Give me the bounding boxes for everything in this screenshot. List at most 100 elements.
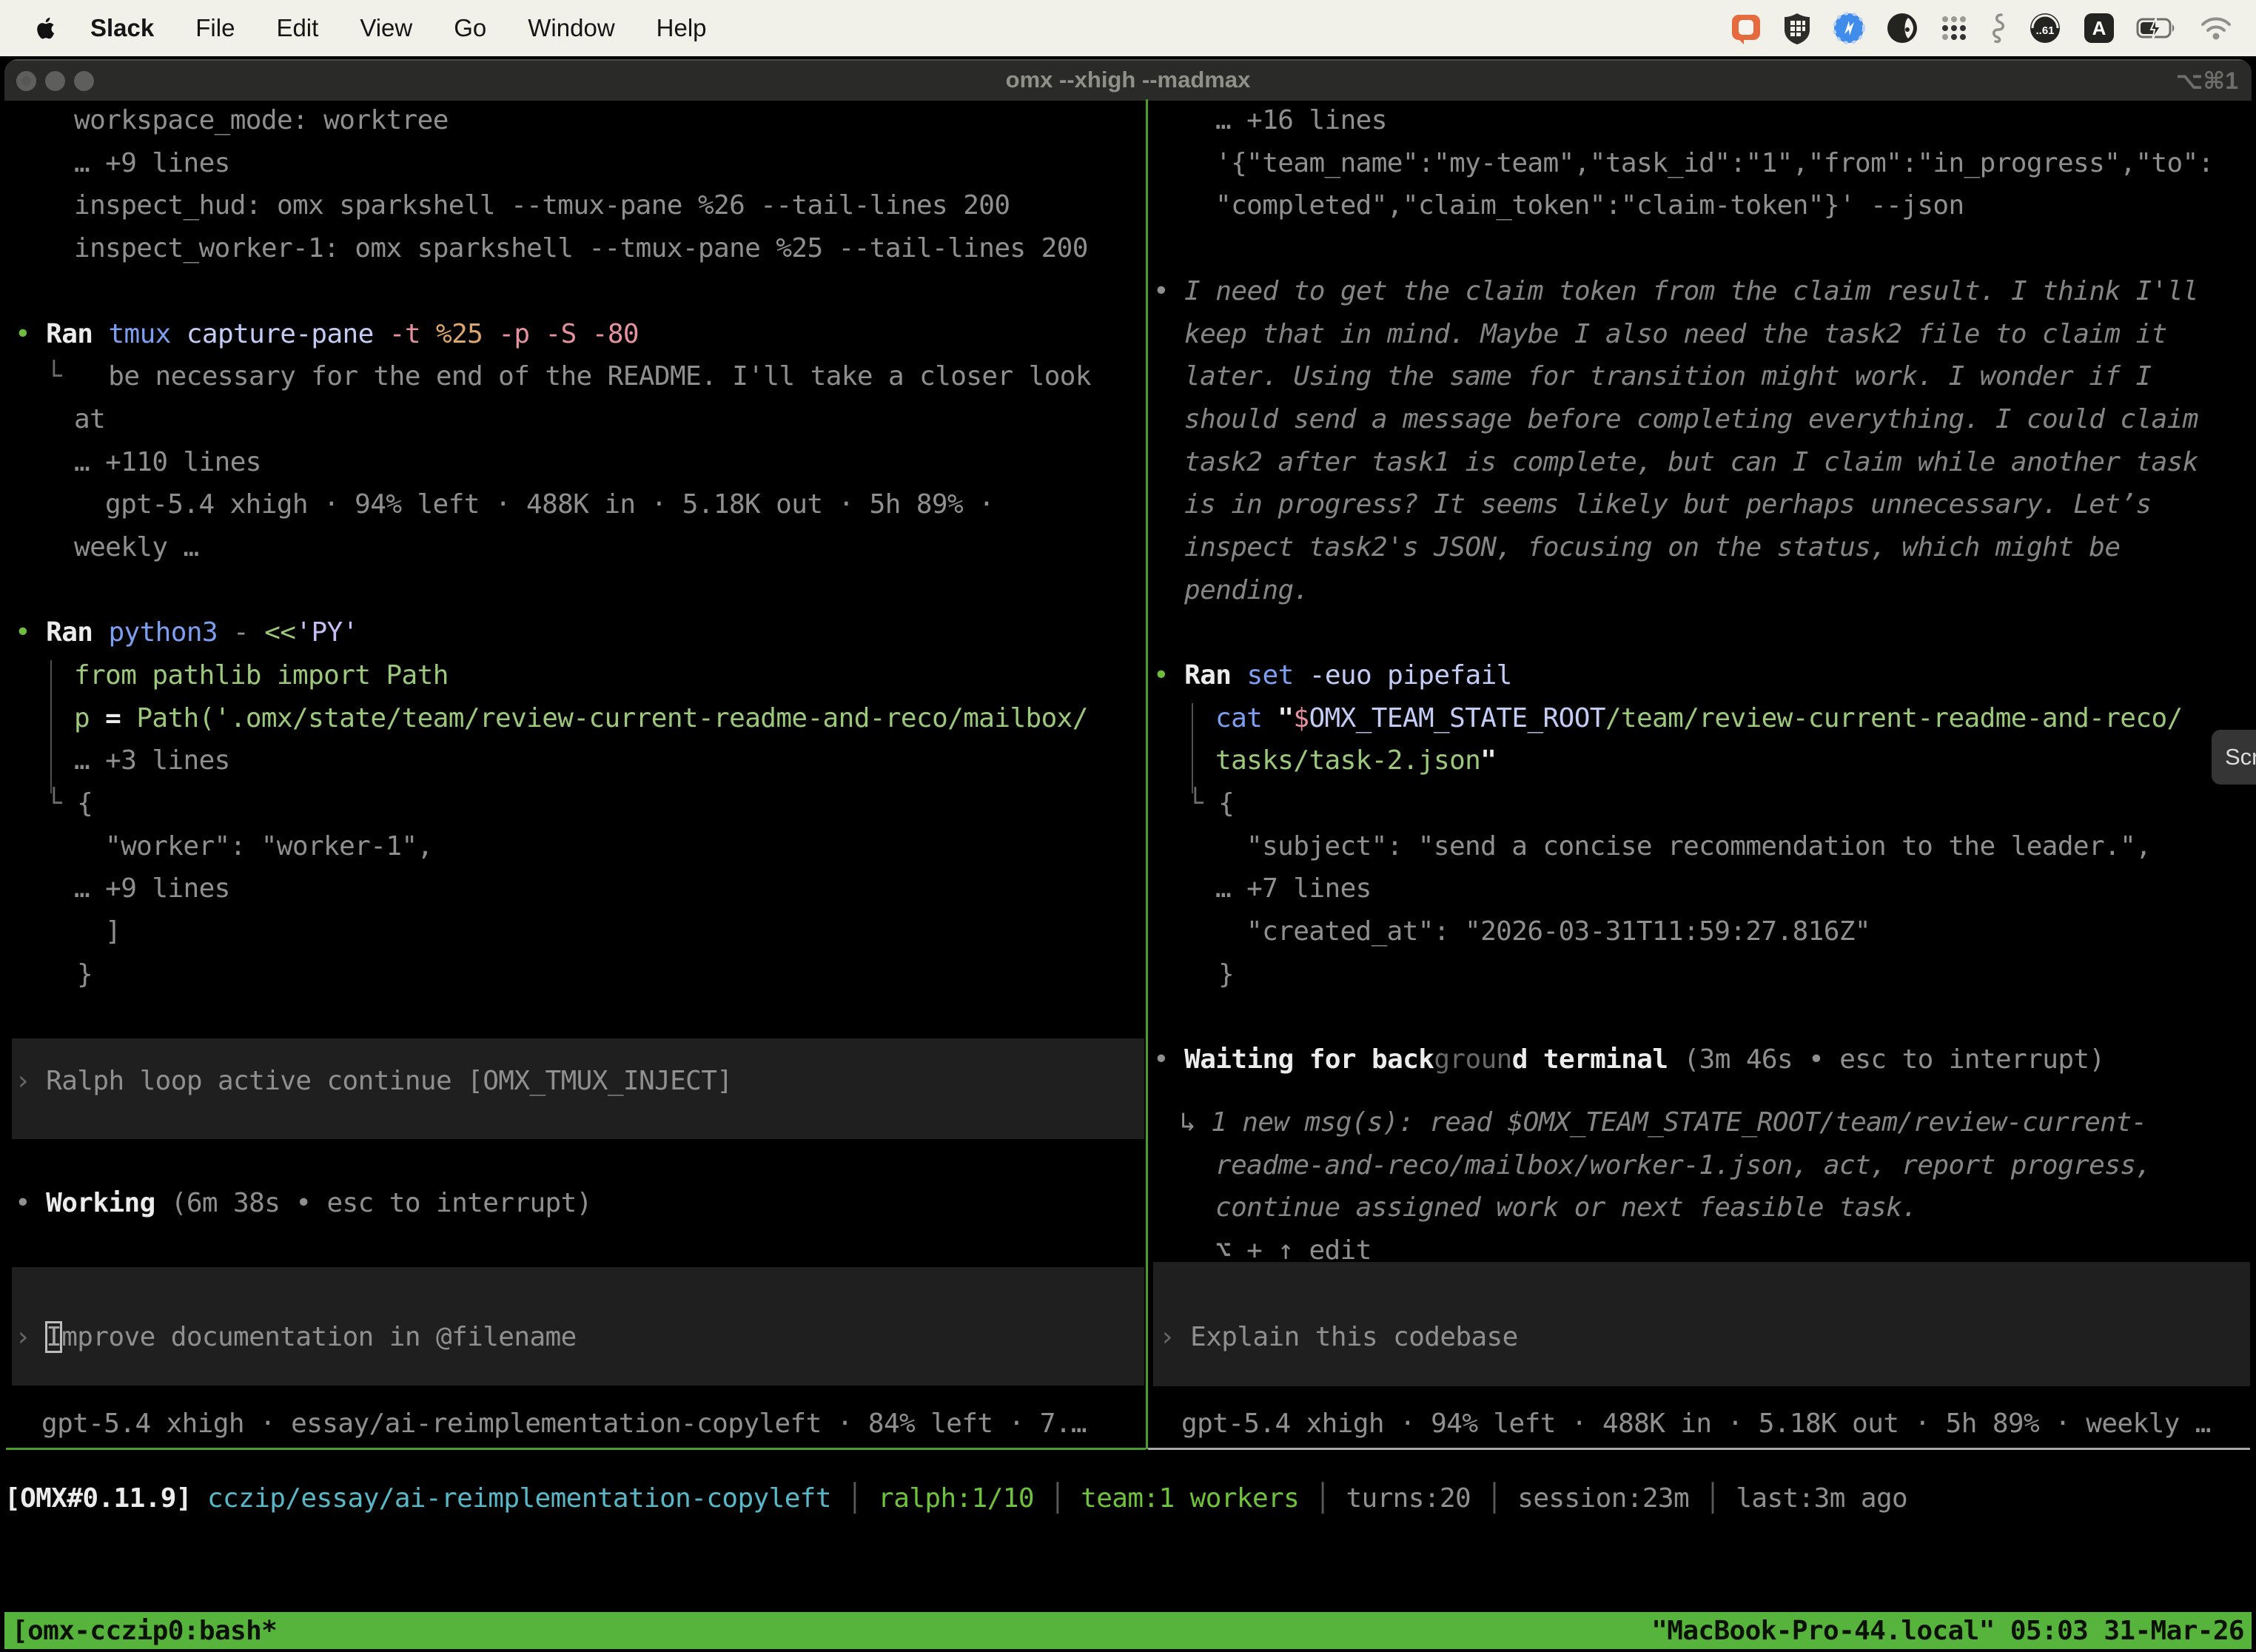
terminal-line: "created_at": "2026-03-31T11:59:27.816Z" bbox=[1246, 910, 1870, 953]
terminal-line: • I need to get the claim token from the… bbox=[1153, 270, 2198, 313]
text-segment: Waiting for back bbox=[1184, 1044, 1434, 1075]
terminal-line: › Ralph loop active continue [OMX_TMUX_I… bbox=[15, 1060, 732, 1103]
text-segment: tmux bbox=[108, 319, 170, 349]
text-segment: pending. bbox=[1184, 575, 1309, 605]
text-segment: " bbox=[1278, 703, 1293, 733]
text-segment: [OMX#0.11.9] bbox=[4, 1483, 207, 1514]
terminal-line: ] bbox=[105, 910, 121, 953]
text-segment: • bbox=[15, 1188, 46, 1218]
terminal-line: • Ran set -euo pipefail bbox=[1153, 654, 1512, 697]
terminal-line: … +9 lines bbox=[74, 867, 230, 910]
text-segment: be necessary for the end of the README. … bbox=[61, 361, 1091, 392]
text-segment: › bbox=[15, 1066, 46, 1096]
text-segment: } bbox=[1218, 959, 1234, 990]
text-segment: task2 after task1 is complete, but can I… bbox=[1184, 447, 2198, 477]
text-segment: │ bbox=[1034, 1483, 1081, 1514]
text-segment: │ bbox=[1471, 1483, 1517, 1514]
text-segment: └ bbox=[1187, 788, 1218, 819]
text-segment: - bbox=[218, 617, 264, 648]
text-segment: • bbox=[1153, 276, 1184, 306]
terminal-line: } bbox=[1218, 953, 1234, 996]
text-segment: … +3 lines bbox=[74, 745, 230, 776]
terminal-line: • Working (6m 38s • esc to interrupt) bbox=[15, 1182, 592, 1225]
tmux-session-label[interactable]: [omx-cczip0:bash* bbox=[12, 1616, 277, 1646]
terminal-line: } bbox=[77, 953, 93, 996]
text-segment: ↳ bbox=[1180, 1107, 1211, 1138]
text-segment: last:3m ago bbox=[1736, 1483, 1907, 1514]
text-segment: "completed","claim_token":"claim-token"}… bbox=[1215, 190, 1964, 221]
text-segment: inspect_worker-1: omx sparkshell --tmux-… bbox=[74, 233, 1088, 263]
text-segment: = bbox=[105, 703, 136, 733]
text-segment: │ bbox=[1299, 1483, 1346, 1514]
text-segment: '{"team_name":"my-team","task_id":"1","f… bbox=[1215, 148, 2214, 178]
text-segment: workspace_mode: worktree bbox=[74, 105, 449, 135]
active-pane-bottom-border bbox=[6, 1448, 1146, 1450]
text-segment: › bbox=[1159, 1322, 1190, 1352]
text-segment: cat bbox=[1215, 703, 1278, 733]
text-segment: is in progress? It seems likely but perh… bbox=[1184, 489, 2152, 520]
terminal-line: readme-and-reco/mailbox/worker-1.json, a… bbox=[1215, 1144, 2151, 1187]
text-segment: d terminal bbox=[1512, 1044, 1668, 1075]
text-segment: python3 bbox=[108, 617, 218, 648]
text-segment: gpt-5.4 xhigh · 94% left · 488K in · 5.1… bbox=[1181, 1408, 2211, 1439]
text-segment: Path('.omx/state/team/review-current-rea… bbox=[136, 703, 1088, 733]
text-segment: -p -S -80 bbox=[483, 319, 639, 349]
inactive-pane-bottom-border bbox=[1148, 1448, 2250, 1450]
desktop-screen: Slack File Edit View Go Window Help ..61… bbox=[0, 0, 2256, 1652]
screen-notification-tooltip: Scre bbox=[2212, 730, 2256, 785]
text-segment: inspect_hud: omx sparkshell --tmux-pane … bbox=[74, 190, 1010, 221]
text-segment: • bbox=[15, 617, 46, 648]
terminal-line: tasks/task-2.json" bbox=[1215, 739, 1496, 782]
terminal-line: keep that in mind. Maybe I also need the… bbox=[1184, 313, 2167, 356]
terminal-line: inspect_hud: omx sparkshell --tmux-pane … bbox=[74, 184, 1010, 227]
text-segment: "created_at": "2026-03-31T11:59:27.816Z" bbox=[1246, 916, 1870, 947]
terminal-line: • Ran tmux capture-pane -t %25 -p -S -80 bbox=[15, 313, 639, 356]
text-segment: gpt-5.4 xhigh · essay/ai-reimplementatio… bbox=[41, 1408, 1087, 1439]
terminal-line: continue assigned work or next feasible … bbox=[1215, 1186, 1917, 1229]
text-segment: ⌥ + ↑ edit bbox=[1215, 1235, 1372, 1266]
terminal-line: › Explain this codebase bbox=[1159, 1316, 1518, 1359]
text-segment: │ bbox=[831, 1483, 878, 1514]
text-segment: OMX_TEAM_STATE_ROOT bbox=[1309, 703, 1605, 733]
terminal-line: ↳ 1 new msg(s): read $OMX_TEAM_STATE_ROO… bbox=[1180, 1101, 2147, 1144]
text-segment: at bbox=[74, 404, 105, 434]
code-block-connector bbox=[1192, 703, 1193, 793]
text-segment: … +16 lines bbox=[1215, 105, 1387, 135]
terminal-line: at bbox=[74, 398, 105, 441]
terminal-content: workspace_mode: worktree … +9 lines inspec… bbox=[0, 0, 2256, 1652]
terminal-line: should send a message before completing … bbox=[1184, 398, 2198, 441]
terminal-line: is in progress? It seems likely but perh… bbox=[1184, 483, 2152, 526]
terminal-line: › Improve documentation in @filename bbox=[15, 1316, 577, 1359]
terminal-line: … +16 lines bbox=[1215, 99, 1387, 142]
terminal-line: ⌥ + ↑ edit bbox=[1215, 1229, 1372, 1272]
tmux-status-bar: [omx-cczip0:bash* "MacBook-Pro-44.local"… bbox=[4, 1612, 2252, 1649]
terminal-line: inspect task2's JSON, focusing on the st… bbox=[1184, 526, 2120, 569]
terminal-line: └ { bbox=[1187, 782, 1234, 825]
terminal-line: • Ran python3 - <<'PY' bbox=[15, 611, 358, 654]
terminal-line: └ be necessary for the end of the README… bbox=[46, 355, 1091, 398]
text-segment: … +9 lines bbox=[74, 873, 230, 904]
text-segment: • bbox=[15, 319, 46, 349]
text-segment: continue assigned work or next feasible … bbox=[1215, 1192, 1917, 1223]
terminal-line: later. Using the same for transition mig… bbox=[1184, 355, 2152, 398]
text-segment: from pathlib import Path bbox=[74, 660, 449, 691]
text-segment: } bbox=[77, 959, 93, 990]
text-segment: I bbox=[46, 1322, 61, 1352]
terminal-line: [OMX#0.11.9] cczip/essay/ai-reimplementa… bbox=[4, 1477, 1907, 1520]
terminal-line: inspect_worker-1: omx sparkshell --tmux-… bbox=[74, 227, 1088, 270]
text-segment: … +110 lines bbox=[74, 447, 261, 477]
text-segment: Ran bbox=[46, 319, 108, 349]
text-segment: Working bbox=[46, 1188, 171, 1218]
text-segment: team:1 workers bbox=[1081, 1483, 1299, 1514]
terminal-line: '{"team_name":"my-team","task_id":"1","f… bbox=[1215, 142, 2214, 185]
text-segment: later. Using the same for transition mig… bbox=[1184, 361, 2152, 392]
terminal-line: workspace_mode: worktree bbox=[74, 99, 449, 142]
terminal-line: weekly … bbox=[74, 526, 199, 569]
terminal-line: gpt-5.4 xhigh · 94% left · 488K in · 5.1… bbox=[105, 483, 994, 526]
text-segment: • bbox=[1153, 660, 1184, 691]
text-segment: • bbox=[1153, 1044, 1184, 1075]
terminal-line: … +110 lines bbox=[74, 441, 261, 484]
terminal-line: "subject": "send a concise recommendatio… bbox=[1246, 825, 2151, 868]
text-segment: (6m 38s • esc to interrupt) bbox=[171, 1188, 592, 1218]
text-segment: Ralph loop active continue [OMX_TMUX_INJ… bbox=[46, 1066, 732, 1096]
